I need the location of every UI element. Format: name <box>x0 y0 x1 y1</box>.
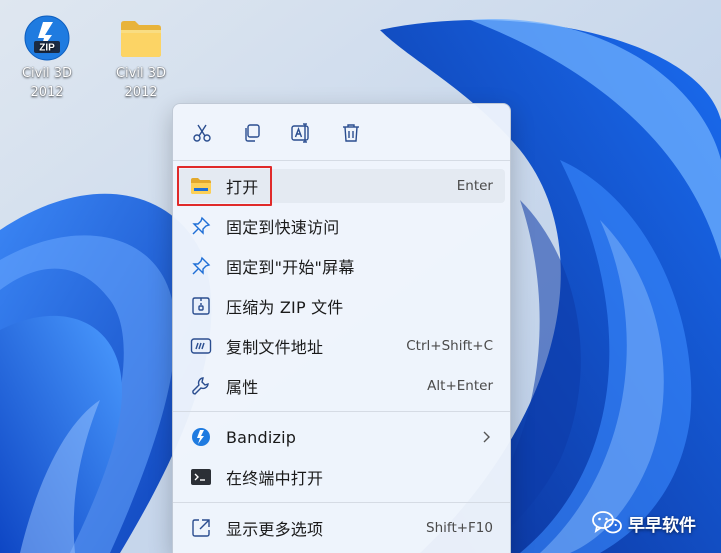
wechat-icon <box>592 511 622 534</box>
copy-path-icon <box>190 336 212 356</box>
menu-item-label: 复制文件地址 <box>226 338 324 357</box>
menu-item-label: 在终端中打开 <box>226 469 324 488</box>
menu-item-shortcut: Enter <box>456 178 493 194</box>
scissors-icon <box>193 124 211 142</box>
menu-item-shortcut: Ctrl+Shift+C <box>406 338 493 354</box>
zip-compress-icon <box>190 296 212 316</box>
menu-separator <box>173 502 510 503</box>
cut-button[interactable] <box>186 118 218 148</box>
menu-item-properties[interactable]: 属性 Alt+Enter <box>178 369 505 403</box>
folder-icon <box>117 14 165 62</box>
watermark-text: 早早软件 <box>628 515 696 536</box>
trash-icon <box>343 124 359 142</box>
desktop-icon-label: Civil 3D 2012 <box>21 66 73 100</box>
desktop-icon-zip-archive[interactable]: ZIP Civil 3D 2012 <box>11 14 83 102</box>
desktop-icon-label: Civil 3D 2012 <box>115 66 167 100</box>
menu-item-shortcut: Shift+F10 <box>426 520 493 536</box>
menu-item-show-more-options[interactable]: 显示更多选项 Shift+F10 <box>178 511 505 545</box>
menu-item-pin-start[interactable]: 固定到"开始"屏幕 <box>178 249 505 283</box>
annotation-highlight-box <box>177 166 272 206</box>
delete-button[interactable] <box>335 118 367 148</box>
more-options-icon <box>190 518 212 538</box>
bandizip-icon <box>190 427 212 447</box>
chevron-right-icon <box>481 429 491 448</box>
wrench-icon <box>190 376 212 396</box>
rename-button[interactable] <box>285 118 317 148</box>
bandizip-zip-icon: ZIP <box>23 14 71 62</box>
pin-icon <box>190 256 212 276</box>
menu-separator <box>173 411 510 412</box>
menu-item-copy-path[interactable]: 复制文件地址 Ctrl+Shift+C <box>178 329 505 363</box>
menu-item-label: 显示更多选项 <box>226 520 324 539</box>
copy-icon <box>245 124 260 142</box>
menu-item-label: Bandizip <box>226 427 297 447</box>
menu-item-pin-quick-access[interactable]: 固定到快速访问 <box>178 209 505 243</box>
menu-item-label: 固定到快速访问 <box>226 218 340 237</box>
zip-badge-text: ZIP <box>39 43 55 54</box>
menu-item-compress-zip[interactable]: 压缩为 ZIP 文件 <box>178 289 505 323</box>
pin-icon <box>190 216 212 236</box>
watermark: 早早软件 <box>592 510 696 536</box>
menu-item-label: 固定到"开始"屏幕 <box>226 258 355 277</box>
menu-item-bandizip[interactable]: Bandizip <box>178 420 505 454</box>
menu-item-open-terminal[interactable]: 在终端中打开 <box>178 460 505 494</box>
menu-item-label: 压缩为 ZIP 文件 <box>226 298 344 317</box>
desktop-icon-folder[interactable]: Civil 3D 2012 <box>105 14 177 102</box>
terminal-icon <box>190 467 212 487</box>
rename-icon <box>291 123 309 143</box>
copy-button[interactable] <box>236 118 268 148</box>
context-menu-toolbar <box>173 104 510 162</box>
menu-separator <box>173 160 510 161</box>
menu-item-label: 属性 <box>226 378 259 397</box>
menu-item-shortcut: Alt+Enter <box>427 378 493 394</box>
